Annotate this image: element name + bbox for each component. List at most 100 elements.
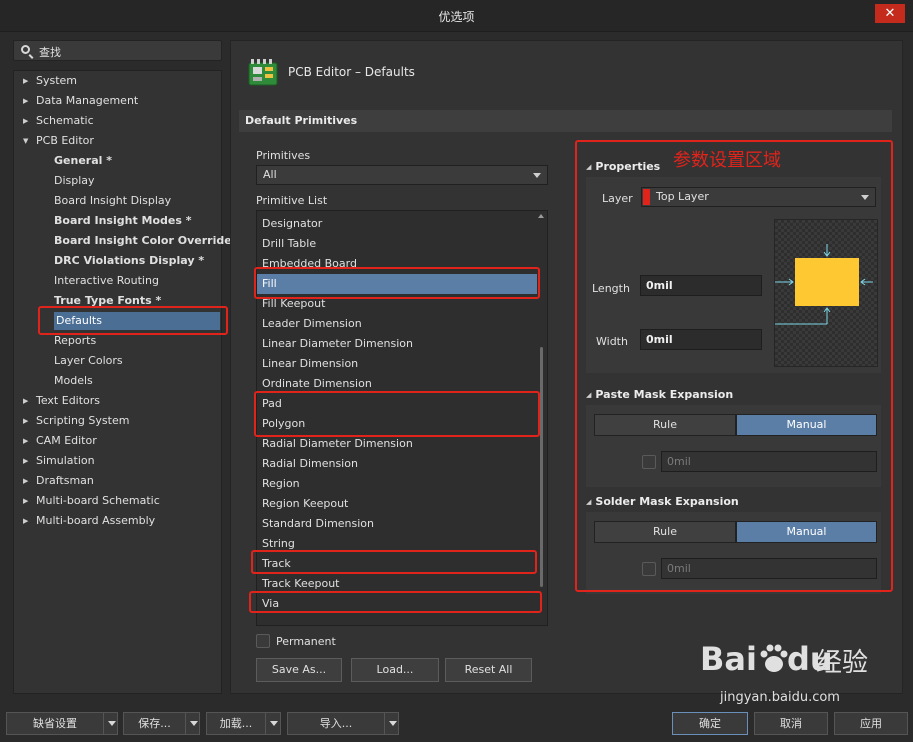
search-input[interactable]: 查找 [13, 40, 222, 61]
chevron-down-icon[interactable]: ▼ [23, 132, 28, 150]
list-item[interactable]: Standard Dimension [257, 514, 537, 534]
tree-item-label: CAM Editor [36, 434, 97, 447]
save-button-label: 保存... [138, 717, 171, 730]
tree-item-general[interactable]: General * [54, 152, 112, 170]
chevron-right-icon[interactable]: ▶ [23, 432, 28, 450]
close-icon[interactable]: ✕ [875, 4, 905, 23]
tree-item-label: System [36, 74, 78, 87]
pcb-board-icon [248, 59, 278, 86]
tree-item-text-editors[interactable]: ▶ Text Editors [23, 392, 101, 410]
chevron-right-icon[interactable]: ▶ [23, 472, 28, 490]
baidu-watermark: Bai du 经验 jingyan.baidu.com [700, 640, 870, 710]
chevron-down-icon [270, 721, 278, 726]
list-item[interactable]: Linear Diameter Dimension [257, 334, 537, 354]
annotation-box-via [249, 591, 542, 613]
chevron-right-icon[interactable]: ▶ [23, 412, 28, 430]
annotation-label: 参数设置区域 [673, 150, 781, 171]
page-title: PCB Editor – Defaults [288, 65, 415, 79]
list-item[interactable]: Region Keepout [257, 494, 537, 514]
tree-item-multi-board-schematic[interactable]: ▶ Multi-board Schematic [23, 492, 160, 510]
tree-item-data-management[interactable]: ▶ Data Management [23, 92, 139, 110]
scrollbar-thumb[interactable] [540, 347, 543, 587]
annotation-box-defaults [38, 306, 228, 335]
tree-item-label: General * [54, 154, 112, 167]
save-menu-button[interactable]: 保存... [123, 712, 200, 735]
list-item[interactable]: Region [257, 474, 537, 494]
reset-all-button[interactable]: Reset All [445, 658, 532, 682]
tree-item-drc-violations-display[interactable]: DRC Violations Display * [54, 252, 204, 270]
tree-item-interactive-routing[interactable]: Interactive Routing [54, 272, 159, 290]
tree-item-label: Layer Colors [54, 354, 123, 367]
tree-item-label: PCB Editor [36, 134, 94, 147]
load-button[interactable]: Load... [351, 658, 439, 682]
chevron-down-icon [190, 721, 198, 726]
tree-item-draftsman[interactable]: ▶ Draftsman [23, 472, 94, 490]
chevron-down-icon [108, 721, 116, 726]
tree-item-board-insight-display[interactable]: Board Insight Display [54, 192, 171, 210]
list-item[interactable]: Drill Table [257, 234, 537, 254]
list-item[interactable]: Radial Dimension [257, 454, 537, 474]
permanent-checkbox[interactable] [256, 634, 270, 648]
tree-item-label: Text Editors [36, 394, 101, 407]
tree-item-cam-editor[interactable]: ▶ CAM Editor [23, 432, 97, 450]
primitives-selected: All [263, 168, 277, 181]
tree-item-multi-board-assembly[interactable]: ▶ Multi-board Assembly [23, 512, 156, 530]
watermark-url: jingyan.baidu.com [720, 690, 840, 705]
chevron-down-icon [389, 721, 397, 726]
save-as-button[interactable]: Save As... [256, 658, 342, 682]
tree-item-models[interactable]: Models [54, 372, 93, 390]
import-button-label: 导入... [319, 717, 353, 730]
list-item[interactable]: Linear Dimension [257, 354, 537, 374]
chevron-right-icon[interactable]: ▶ [23, 112, 28, 130]
tree-item-board-insight-modes[interactable]: Board Insight Modes * [54, 212, 192, 230]
list-item[interactable]: Leader Dimension [257, 314, 537, 334]
tree-item-label: Multi-board Schematic [36, 494, 160, 507]
tree-item-schematic[interactable]: ▶ Schematic [23, 112, 94, 130]
section-header: Default Primitives [239, 110, 892, 132]
chevron-right-icon[interactable]: ▶ [23, 512, 28, 530]
settings-tree: ▶ System ▶ Data Management ▶ Schematic ▼ PCB Ed… [13, 70, 248, 694]
annotation-box-pad-polygon [254, 391, 540, 437]
chevron-right-icon[interactable]: ▶ [23, 72, 28, 90]
chevron-right-icon[interactable]: ▶ [23, 492, 28, 510]
annotation-box-properties [575, 140, 893, 592]
load-menu-button[interactable]: 加载... [206, 712, 281, 735]
primitives-dropdown[interactable]: All [256, 165, 548, 185]
paw-icon [760, 644, 788, 672]
tree-item-label: Board Insight Display [54, 194, 172, 207]
list-item[interactable]: Designator [257, 214, 537, 234]
tree-item-label: Draftsman [36, 474, 94, 487]
tree-item-simulation[interactable]: ▶ Simulation [23, 452, 95, 470]
tree-item-label: DRC Violations Display * [54, 254, 205, 267]
chevron-right-icon[interactable]: ▶ [23, 452, 28, 470]
ok-button[interactable]: 确定 [672, 712, 748, 735]
tree-item-label: Models [54, 374, 93, 387]
tree-item-pcb-editor[interactable]: ▼ PCB Editor [23, 132, 94, 150]
tree-item-label: Multi-board Assembly [36, 514, 156, 527]
tree-item-board-insight-color-overrides[interactable]: Board Insight Color Overrides * [54, 232, 248, 250]
tree-item-label: Reports [54, 334, 97, 347]
tree-item-label: Simulation [36, 454, 95, 467]
scroll-up-icon[interactable] [538, 214, 544, 218]
import-menu-button[interactable]: 导入... [287, 712, 399, 735]
permanent-label: Permanent [276, 635, 336, 648]
apply-button[interactable]: 应用 [834, 712, 908, 735]
chevron-right-icon[interactable]: ▶ [23, 92, 28, 110]
defaults-menu-button[interactable]: 缺省设置 [6, 712, 118, 735]
tree-item-label: Board Insight Color Overrides * [54, 234, 248, 247]
search-placeholder: 查找 [39, 46, 61, 59]
tree-item-layer-colors[interactable]: Layer Colors [54, 352, 123, 370]
annotation-box-fill [254, 267, 540, 299]
tree-item-label: Data Management [36, 94, 139, 107]
cancel-button[interactable]: 取消 [754, 712, 828, 735]
annotation-box-track [251, 550, 537, 574]
watermark-suffix: 经验 [816, 648, 869, 678]
tree-item-system[interactable]: ▶ System [23, 72, 78, 90]
search-icon [21, 45, 30, 54]
chevron-right-icon[interactable]: ▶ [23, 392, 28, 410]
chevron-down-icon [533, 173, 541, 178]
tree-item-display[interactable]: Display [54, 172, 95, 190]
tree-item-scripting-system[interactable]: ▶ Scripting System [23, 412, 129, 430]
window-title: 优选项 [438, 10, 475, 24]
list-item[interactable]: Radial Diameter Dimension [257, 434, 537, 454]
